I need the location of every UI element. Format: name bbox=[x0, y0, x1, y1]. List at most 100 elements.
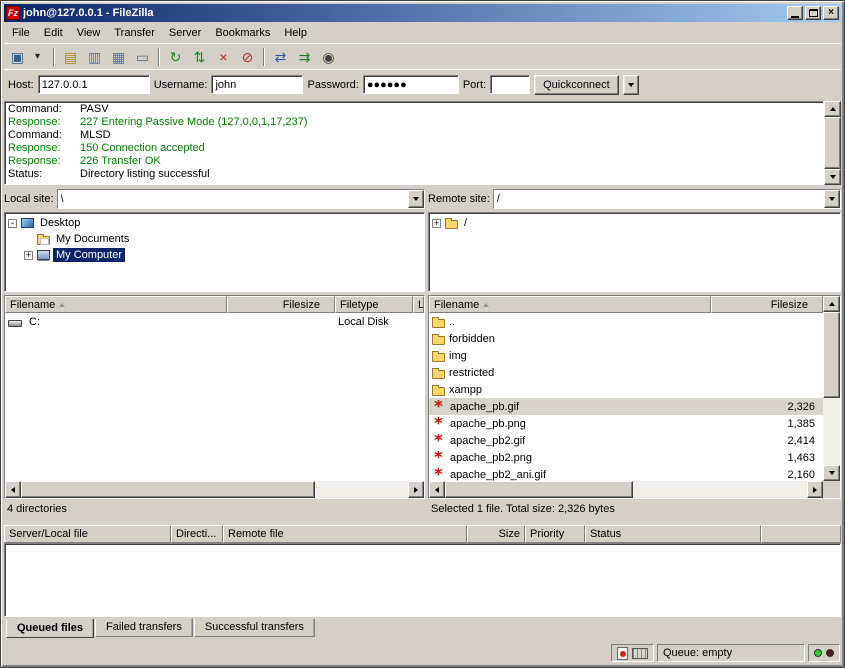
log-text: 227 Entering Passive Mode (127,0,0,1,17,… bbox=[80, 116, 307, 128]
tab-successful-transfers[interactable]: Successful transfers bbox=[194, 619, 315, 637]
scroll-track[interactable] bbox=[445, 481, 807, 498]
remote-site-combo[interactable] bbox=[493, 189, 841, 209]
close-button[interactable]: × bbox=[823, 6, 839, 20]
toggle-queue-button[interactable]: ▭ bbox=[131, 46, 154, 68]
minimize-button[interactable] bbox=[787, 6, 803, 20]
directory-comparison-button[interactable]: ⇄ bbox=[269, 46, 292, 68]
scroll-right-button[interactable] bbox=[807, 481, 823, 498]
remote-file-row[interactable]: apache_pb2.gif 2,414 bbox=[429, 432, 823, 449]
local-horizontal-scrollbar[interactable] bbox=[5, 481, 424, 498]
local-site-input[interactable] bbox=[58, 190, 408, 208]
cell-filesize: 2,414 bbox=[711, 435, 823, 447]
remote-file-row[interactable]: xampp bbox=[429, 381, 823, 398]
quickconnect-dropdown-button[interactable] bbox=[623, 75, 639, 95]
tab-failed-transfers[interactable]: Failed transfers bbox=[95, 619, 193, 637]
remote-file-row[interactable]: restricted bbox=[429, 364, 823, 381]
host-input[interactable] bbox=[38, 75, 150, 94]
remote-site-input[interactable] bbox=[494, 190, 824, 208]
toggle-log-button[interactable]: ▤ bbox=[59, 46, 82, 68]
menu-item[interactable]: Help bbox=[277, 24, 314, 42]
quickconnect-button[interactable]: Quickconnect bbox=[534, 75, 619, 95]
tree-item-desktop[interactable]: - Desktop bbox=[6, 215, 423, 231]
log-vertical-scrollbar[interactable] bbox=[824, 101, 841, 185]
scroll-thumb[interactable] bbox=[21, 481, 315, 498]
tree-item-root[interactable]: + / bbox=[430, 215, 839, 231]
menu-item[interactable]: File bbox=[5, 24, 37, 42]
remote-file-row[interactable]: forbidden bbox=[429, 330, 823, 347]
find-files-button[interactable]: ◉ bbox=[317, 46, 340, 68]
file-name-text: apache_pb2.gif bbox=[450, 435, 525, 447]
column-header[interactable]: Directi... bbox=[171, 525, 223, 543]
column-header[interactable]: L bbox=[413, 296, 424, 313]
column-header[interactable]: Filesize bbox=[711, 296, 823, 313]
tab-queued-files[interactable]: Queued files bbox=[6, 619, 94, 638]
column-header[interactable]: Filename bbox=[429, 296, 711, 313]
tree-expander[interactable]: - bbox=[8, 219, 17, 228]
file-name-text: .. bbox=[449, 316, 455, 328]
cancel-button[interactable]: × bbox=[212, 46, 235, 68]
scroll-up-button[interactable] bbox=[823, 296, 840, 312]
message-log: Command:PASV Response:227 Entering Passi… bbox=[4, 101, 841, 185]
remote-file-row[interactable]: apache_pb2.png 1,463 bbox=[429, 449, 823, 466]
username-input[interactable] bbox=[211, 75, 303, 94]
column-header-label: Filename bbox=[434, 299, 479, 311]
synchronized-browsing-button[interactable]: ⇉ bbox=[293, 46, 316, 68]
tree-item-my-documents[interactable]: My Documents bbox=[6, 231, 423, 247]
process-queue-button[interactable]: ⇅ bbox=[188, 46, 211, 68]
remote-file-row[interactable]: apache_pb2_ani.gif 2,160 bbox=[429, 466, 823, 481]
remote-file-row[interactable]: img bbox=[429, 347, 823, 364]
site-manager-dropdown-button[interactable]: ▾ bbox=[26, 46, 49, 68]
scroll-thumb[interactable] bbox=[823, 312, 840, 398]
drive-icon bbox=[8, 320, 22, 327]
toolbar-icon: ⊘ bbox=[242, 50, 254, 64]
column-header[interactable]: Size bbox=[467, 525, 525, 543]
maximize-button[interactable] bbox=[805, 6, 821, 20]
refresh-button[interactable]: ↻ bbox=[164, 46, 187, 68]
menu-item[interactable]: Bookmarks bbox=[208, 24, 277, 42]
column-header[interactable]: Priority bbox=[525, 525, 585, 543]
remote-vertical-scrollbar[interactable] bbox=[823, 296, 840, 481]
column-header[interactable]: Remote file bbox=[223, 525, 467, 543]
column-header[interactable]: Status bbox=[585, 525, 761, 543]
menu-item[interactable]: Server bbox=[162, 24, 208, 42]
remote-file-row[interactable]: apache_pb.gif 2,326 bbox=[429, 398, 823, 415]
tree-expander[interactable]: + bbox=[432, 219, 441, 228]
scroll-track[interactable] bbox=[823, 312, 840, 465]
column-header[interactable]: Filename bbox=[5, 296, 227, 313]
arrow-right-icon bbox=[813, 487, 817, 493]
column-header[interactable]: Filesize bbox=[227, 296, 335, 313]
toggle-local-tree-button[interactable]: ▥ bbox=[83, 46, 106, 68]
log-line: Status:Directory listing successful bbox=[8, 168, 820, 181]
local-site-dropdown-button[interactable] bbox=[408, 190, 424, 208]
column-header[interactable]: Filetype bbox=[335, 296, 413, 313]
scroll-thumb[interactable] bbox=[445, 481, 633, 498]
column-header-label: Priority bbox=[530, 528, 564, 540]
local-file-row[interactable]: C: Local Disk bbox=[5, 313, 424, 330]
scroll-left-button[interactable] bbox=[5, 481, 21, 498]
log-line: Command:PASV bbox=[8, 103, 820, 116]
password-input[interactable] bbox=[363, 75, 459, 94]
scroll-track[interactable] bbox=[824, 117, 841, 169]
column-header[interactable]: Server/Local file bbox=[4, 525, 171, 543]
toggle-remote-tree-button[interactable]: ▦ bbox=[107, 46, 130, 68]
local-site-combo[interactable] bbox=[57, 189, 425, 209]
remote-file-row[interactable]: apache_pb.png 1,385 bbox=[429, 415, 823, 432]
arrow-up-icon bbox=[829, 302, 835, 306]
remote-file-row[interactable]: .. bbox=[429, 313, 823, 330]
menu-item[interactable]: Edit bbox=[37, 24, 70, 42]
scroll-track[interactable] bbox=[21, 481, 408, 498]
remote-horizontal-scrollbar[interactable] bbox=[429, 481, 823, 498]
port-input[interactable] bbox=[490, 75, 530, 94]
tree-expander[interactable]: + bbox=[24, 251, 33, 260]
disconnect-button[interactable]: ⊘ bbox=[236, 46, 259, 68]
scroll-left-button[interactable] bbox=[429, 481, 445, 498]
menu-item[interactable]: Transfer bbox=[107, 24, 162, 42]
scroll-up-button[interactable] bbox=[824, 101, 841, 117]
tree-item-my-computer[interactable]: + My Computer bbox=[6, 247, 423, 263]
scroll-down-button[interactable] bbox=[824, 169, 841, 185]
menu-item[interactable]: View bbox=[70, 24, 108, 42]
remote-site-dropdown-button[interactable] bbox=[824, 190, 840, 208]
scroll-thumb[interactable] bbox=[824, 117, 841, 169]
scroll-right-button[interactable] bbox=[408, 481, 424, 498]
scroll-down-button[interactable] bbox=[823, 465, 840, 481]
